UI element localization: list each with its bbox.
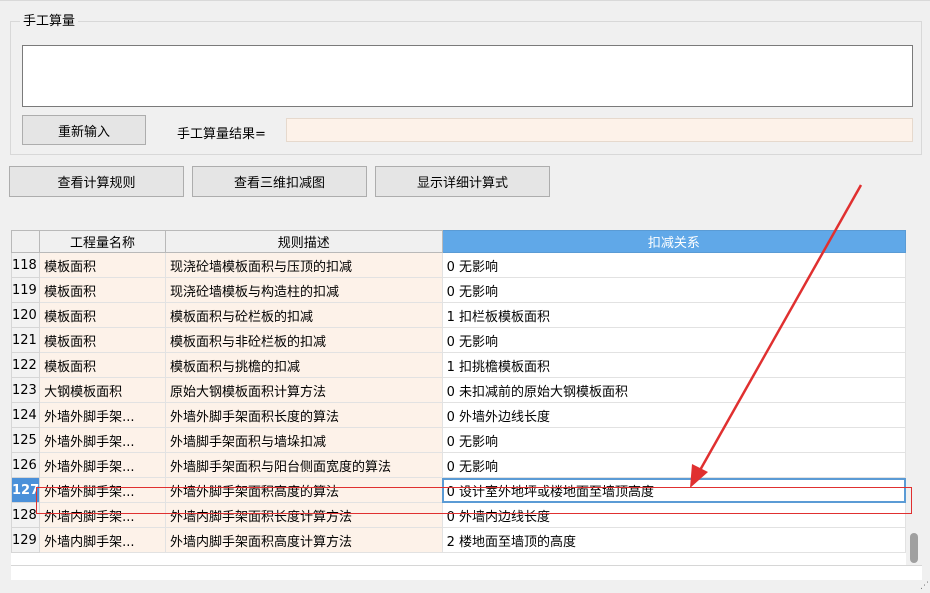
deduction-cell[interactable]: 0 未扣减前的原始大钢模板面积 [441,377,906,403]
scrollbar-thumb[interactable] [910,533,918,563]
show-detail-formula-button[interactable]: 显示详细计算式 [375,166,550,197]
top-divider [0,0,930,1]
rule-cell[interactable]: 外墙内脚手架面积高度计算方法 [164,527,443,553]
deduction-cell[interactable]: 2 楼地面至墙顶的高度 [441,527,906,553]
table-header-row: 工程量名称 规则描述 扣减关系 [11,230,906,253]
name-cell[interactable]: 外墙外脚手架... [39,452,166,478]
reset-input-button[interactable]: 重新输入 [22,115,146,145]
deduction-cell[interactable]: 0 无影响 [441,327,906,353]
row-number-cell[interactable]: 127 [11,477,41,503]
rule-cell[interactable]: 模板面积与非砼栏板的扣减 [164,327,443,353]
deduction-cell[interactable]: 1 扣挑檐模板面积 [441,352,906,378]
view-3d-deduction-button[interactable]: 查看三维扣减图 [192,166,367,197]
deduction-cell[interactable]: 0 外墙外边线长度 [441,402,906,428]
name-cell[interactable]: 外墙外脚手架... [39,477,166,503]
row-number-cell[interactable]: 124 [11,402,41,428]
manual-calc-title: 手工算量 [20,10,79,29]
rules-grid: 工程量名称 规则描述 扣减关系 118 模板面积 现浇砼墙模板面积与压顶的扣减 0 无… [11,230,906,565]
name-cell[interactable]: 模板面积 [39,277,166,303]
table-row[interactable]: 120 模板面积 模板面积与砼栏板的扣减 1 扣栏板模板面积 [11,302,906,328]
deduction-cell[interactable]: 0 设计室外地坪或楼地面至墙顶高度 [441,477,906,503]
row-number-header [11,230,41,253]
name-cell[interactable]: 大钢模板面积 [39,377,166,403]
table-row[interactable]: 122 模板面积 模板面积与挑檐的扣减 1 扣挑檐模板面积 [11,352,906,378]
table-row[interactable]: 128 外墙内脚手架... 外墙内脚手架面积长度计算方法 0 外墙内边线长度 [11,502,906,528]
name-cell[interactable]: 模板面积 [39,352,166,378]
grid-bottom-area [11,565,922,580]
manual-result-field[interactable] [286,118,913,142]
manual-formula-input[interactable] [22,45,913,107]
rule-cell[interactable]: 外墙外脚手架面积高度的算法 [164,477,443,503]
vertical-scrollbar[interactable] [906,230,922,565]
rule-cell[interactable]: 模板面积与砼栏板的扣减 [164,302,443,328]
column-header-rule[interactable]: 规则描述 [164,230,443,253]
deduction-cell[interactable]: 0 无影响 [441,277,906,303]
rules-table: 工程量名称 规则描述 扣减关系 118 模板面积 现浇砼墙模板面积与压顶的扣减 0 无… [11,230,906,553]
name-cell[interactable]: 模板面积 [39,302,166,328]
row-number-cell[interactable]: 122 [11,352,41,378]
name-cell[interactable]: 模板面积 [39,327,166,353]
deduction-cell[interactable]: 0 无影响 [441,452,906,478]
manual-result-label: 手工算量结果= [177,127,266,142]
rule-cell[interactable]: 模板面积与挑檐的扣减 [164,352,443,378]
table-row[interactable]: 118 模板面积 现浇砼墙模板面积与压顶的扣减 0 无影响 [11,252,906,278]
deduction-cell[interactable]: 0 无影响 [441,252,906,278]
rule-cell[interactable]: 现浇砼墙模板与构造柱的扣减 [164,277,443,303]
rule-cell[interactable]: 外墙脚手架面积与墙垛扣减 [164,427,443,453]
rule-cell[interactable]: 外墙内脚手架面积长度计算方法 [164,502,443,528]
table-row[interactable]: 123 大钢模板面积 原始大钢模板面积计算方法 0 未扣减前的原始大钢模板面积 [11,377,906,403]
name-cell[interactable]: 模板面积 [39,252,166,278]
deduction-cell[interactable]: 1 扣栏板模板面积 [441,302,906,328]
rule-cell[interactable]: 原始大钢模板面积计算方法 [164,377,443,403]
row-number-cell[interactable]: 125 [11,427,41,453]
column-header-deduction[interactable]: 扣减关系 [441,230,906,253]
rule-cell[interactable]: 外墙脚手架面积与阳台侧面宽度的算法 [164,452,443,478]
table-row[interactable]: 124 外墙外脚手架... 外墙外脚手架面积长度的算法 0 外墙外边线长度 [11,402,906,428]
deduction-cell[interactable]: 0 外墙内边线长度 [441,502,906,528]
table-row[interactable]: 121 模板面积 模板面积与非砼栏板的扣减 0 无影响 [11,327,906,353]
column-header-name[interactable]: 工程量名称 [39,230,166,253]
table-row[interactable]: 126 外墙外脚手架... 外墙脚手架面积与阳台侧面宽度的算法 0 无影响 [11,452,906,478]
rule-cell[interactable]: 现浇砼墙模板面积与压顶的扣减 [164,252,443,278]
row-number-cell[interactable]: 129 [11,527,41,553]
name-cell[interactable]: 外墙内脚手架... [39,502,166,528]
rule-cell[interactable]: 外墙外脚手架面积长度的算法 [164,402,443,428]
row-number-cell[interactable]: 118 [11,252,41,278]
row-number-cell[interactable]: 128 [11,502,41,528]
name-cell[interactable]: 外墙外脚手架... [39,427,166,453]
row-number-cell[interactable]: 126 [11,452,41,478]
row-number-cell[interactable]: 119 [11,277,41,303]
deduction-cell[interactable]: 0 无影响 [441,427,906,453]
table-row[interactable]: 129 外墙内脚手架... 外墙内脚手架面积高度计算方法 2 楼地面至墙顶的高度 [11,527,906,553]
table-row[interactable]: 119 模板面积 现浇砼墙模板与构造柱的扣减 0 无影响 [11,277,906,303]
row-number-cell[interactable]: 121 [11,327,41,353]
view-rules-button[interactable]: 查看计算规则 [9,166,184,197]
table-row[interactable]: 127 外墙外脚手架... 外墙外脚手架面积高度的算法 0 设计室外地坪或楼地面至墙顶… [11,477,906,503]
table-row[interactable]: 125 外墙外脚手架... 外墙脚手架面积与墙垛扣减 0 无影响 [11,427,906,453]
name-cell[interactable]: 外墙外脚手架... [39,402,166,428]
name-cell[interactable]: 外墙内脚手架... [39,527,166,553]
row-number-cell[interactable]: 123 [11,377,41,403]
row-number-cell[interactable]: 120 [11,302,41,328]
resize-grip-icon[interactable]: ⋰ [920,581,929,591]
